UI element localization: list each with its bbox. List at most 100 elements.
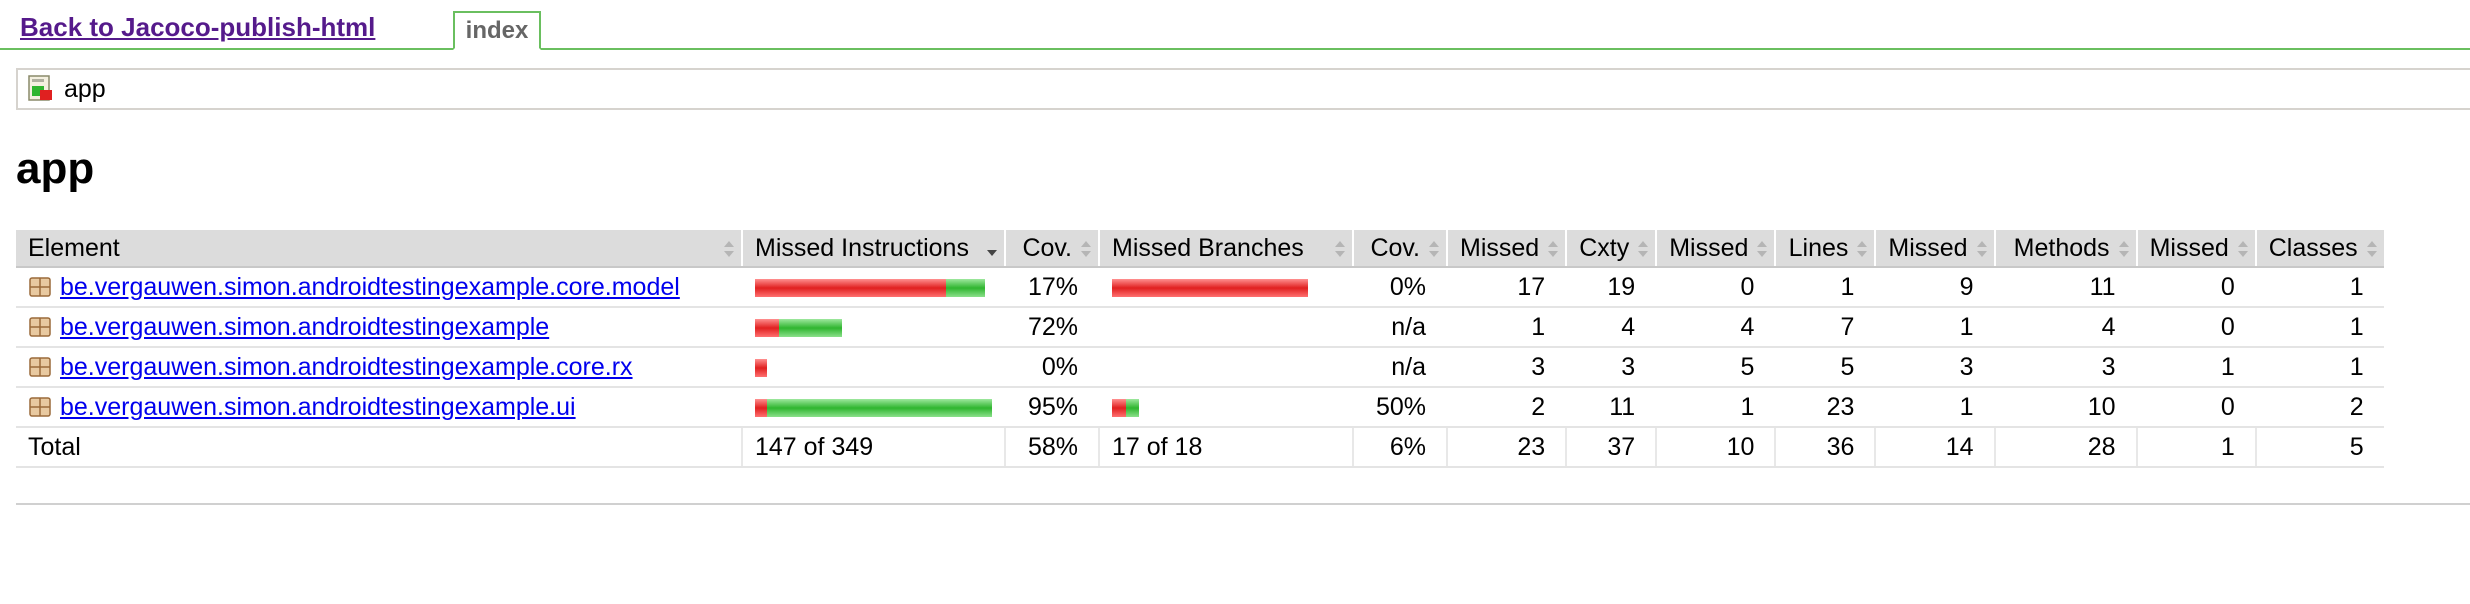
missed-methods-cell: 3 xyxy=(1874,347,1995,388)
element-cell: be.vergauwen.simon.androidtestingexample… xyxy=(16,267,742,308)
col-header-label: Methods xyxy=(2013,233,2110,262)
sort-icon xyxy=(2118,241,2129,257)
breadcrumb-label: app xyxy=(64,74,106,103)
sort-icon xyxy=(1638,241,1649,257)
col-header-missed-instructions[interactable]: Missed Instructions xyxy=(741,230,1005,268)
col-header-missed-methods[interactable]: Missed xyxy=(1874,230,1995,268)
package-icon xyxy=(29,316,51,337)
package-link[interactable]: be.vergauwen.simon.androidtestingexample… xyxy=(60,273,680,301)
total-missed-lines: 10 xyxy=(1655,427,1776,468)
sort-icon xyxy=(1548,241,1559,257)
branch-coverage-bar xyxy=(1112,398,1139,417)
classes-cell: 1 xyxy=(2254,267,2384,308)
sort-icon xyxy=(2237,241,2248,257)
table-row: be.vergauwen.simon.androidtestingexample… xyxy=(16,307,2384,348)
col-header-branch-coverage[interactable]: Cov. xyxy=(1352,230,1447,268)
footer-divider xyxy=(16,503,2470,505)
instruction-bar-cell xyxy=(741,387,1005,428)
lines-cell: 23 xyxy=(1774,387,1876,428)
col-header-label: Classes xyxy=(2268,233,2358,262)
methods-cell: 3 xyxy=(1993,347,2137,388)
total-missed-cxty: 23 xyxy=(1445,427,1567,468)
branch-coverage-cell: n/a xyxy=(1352,307,1447,348)
total-missed-methods: 14 xyxy=(1874,427,1995,468)
branch-bar-cell xyxy=(1098,347,1353,388)
col-header-label: Lines xyxy=(1788,233,1849,262)
page-title: app xyxy=(16,144,95,193)
package-link[interactable]: be.vergauwen.simon.androidtestingexample… xyxy=(60,393,576,421)
col-header-label: Missed Branches xyxy=(1112,233,1304,262)
sort-descending-icon xyxy=(987,250,997,256)
col-header-classes[interactable]: Classes xyxy=(2254,230,2384,268)
covered-bar-segment xyxy=(946,278,985,297)
missed-bar-segment xyxy=(755,278,946,297)
instruction-coverage-bar xyxy=(755,358,767,377)
missed-methods-cell: 1 xyxy=(1874,387,1995,428)
col-header-missed-lines[interactable]: Missed xyxy=(1655,230,1776,268)
branch-bar-cell xyxy=(1098,307,1353,348)
cxty-cell: 4 xyxy=(1565,307,1657,348)
total-branch-coverage: 6% xyxy=(1352,427,1447,468)
sort-icon xyxy=(1081,241,1091,257)
missed-methods-cell: 1 xyxy=(1874,307,1995,348)
branch-coverage-cell: 50% xyxy=(1352,387,1447,428)
col-header-label: Cxty xyxy=(1579,233,1630,262)
instruction-coverage-cell: 72% xyxy=(1004,307,1099,348)
col-header-label: Cov. xyxy=(1022,233,1072,262)
col-header-label: Missed xyxy=(2149,233,2229,262)
sort-icon xyxy=(1857,241,1868,257)
missed-cxty-cell: 2 xyxy=(1445,387,1567,428)
methods-cell: 10 xyxy=(1993,387,2137,428)
col-header-methods[interactable]: Methods xyxy=(1993,230,2137,268)
missed-classes-cell: 1 xyxy=(2135,347,2256,388)
sort-icon xyxy=(1335,241,1345,257)
cxty-cell: 19 xyxy=(1565,267,1657,308)
total-label: Total xyxy=(16,427,742,468)
instruction-coverage-bar xyxy=(755,398,992,417)
total-methods: 28 xyxy=(1993,427,2137,468)
total-classes: 5 xyxy=(2254,427,2384,468)
col-header-cxty[interactable]: Cxty xyxy=(1565,230,1657,268)
breadcrumb: app xyxy=(16,68,2470,110)
missed-bar-segment xyxy=(1112,278,1308,297)
table-body: be.vergauwen.simon.androidtestingexample… xyxy=(16,267,2384,428)
table-row: be.vergauwen.simon.androidtestingexample… xyxy=(16,347,2384,388)
missed-cxty-cell: 3 xyxy=(1445,347,1567,388)
col-header-label: Missed xyxy=(1669,233,1749,262)
missed-classes-cell: 0 xyxy=(2135,387,2256,428)
package-icon xyxy=(29,356,51,377)
methods-cell: 4 xyxy=(1993,307,2137,348)
coverage-table: Element Missed Instructions Cov. Missed … xyxy=(16,230,2384,468)
element-cell: be.vergauwen.simon.androidtestingexample xyxy=(16,307,742,348)
instruction-bar-cell xyxy=(741,347,1005,388)
lines-cell: 7 xyxy=(1774,307,1876,348)
col-header-missed-branches[interactable]: Missed Branches xyxy=(1098,230,1353,268)
instruction-coverage-cell: 17% xyxy=(1004,267,1099,308)
package-link[interactable]: be.vergauwen.simon.androidtestingexample xyxy=(60,313,549,341)
col-header-missed-cxty[interactable]: Missed xyxy=(1445,230,1567,268)
col-header-instruction-coverage[interactable]: Cov. xyxy=(1004,230,1099,268)
col-header-lines[interactable]: Lines xyxy=(1774,230,1876,268)
col-header-label: Missed xyxy=(1460,233,1540,262)
package-icon xyxy=(29,396,51,417)
branch-coverage-bar xyxy=(1112,278,1308,297)
methods-cell: 11 xyxy=(1993,267,2137,308)
sort-icon xyxy=(1429,241,1439,257)
tab-index[interactable]: index xyxy=(453,11,541,50)
total-missed-instructions: 147 of 349 xyxy=(741,427,1005,468)
classes-cell: 1 xyxy=(2254,307,2384,348)
instruction-bar-cell xyxy=(741,307,1005,348)
back-to-report-link[interactable]: Back to Jacoco-publish-html xyxy=(20,12,375,43)
package-link[interactable]: be.vergauwen.simon.androidtestingexample… xyxy=(60,353,633,381)
instruction-bar-cell xyxy=(741,267,1005,308)
col-header-element[interactable]: Element xyxy=(16,230,742,268)
report-session-icon xyxy=(28,75,52,101)
sort-icon xyxy=(1757,241,1768,257)
classes-cell: 2 xyxy=(2254,387,2384,428)
col-header-label: Cov. xyxy=(1370,233,1420,262)
total-instruction-coverage: 58% xyxy=(1004,427,1099,468)
missed-lines-cell: 0 xyxy=(1655,267,1776,308)
col-header-missed-classes[interactable]: Missed xyxy=(2135,230,2256,268)
missed-classes-cell: 0 xyxy=(2135,267,2256,308)
sort-icon xyxy=(2366,241,2377,257)
